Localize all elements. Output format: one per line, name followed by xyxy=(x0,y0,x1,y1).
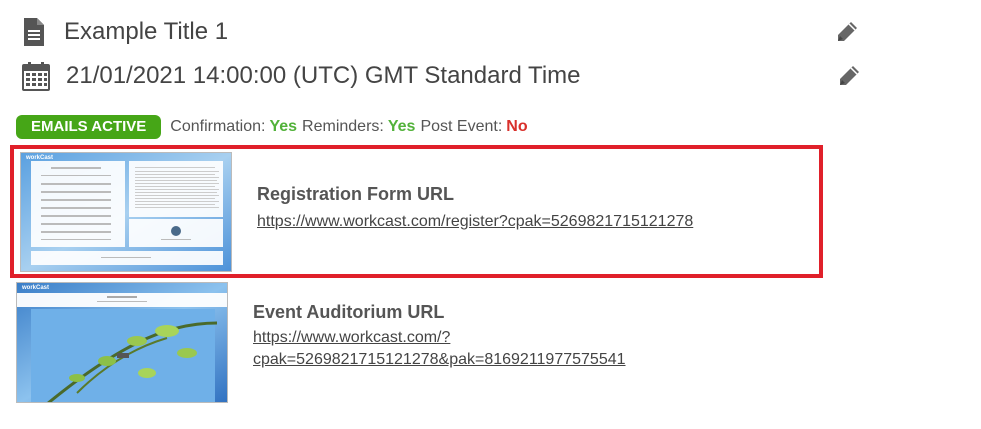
registration-link-card: workCast Registration Form URL https://w… xyxy=(10,145,823,278)
thumbnail-logo: workCast xyxy=(22,285,50,291)
registration-link-info: Registration Form URL https://www.workca… xyxy=(257,184,693,233)
registration-url-link[interactable]: https://www.workcast.com/register?cpak=5… xyxy=(257,211,693,233)
document-icon xyxy=(22,17,46,47)
event-title: Example Title 1 xyxy=(64,18,229,45)
auditorium-thumbnail[interactable]: workCast xyxy=(16,282,228,403)
auditorium-url-link-line2[interactable]: cpak=5269821715121278&pak=81692119775755… xyxy=(253,349,626,371)
calendar-icon xyxy=(22,61,50,91)
post-event-label: Post Event: xyxy=(420,118,503,135)
email-status-row: EMAILS ACTIVE Confirmation: Yes Reminder… xyxy=(16,114,528,140)
edit-title-button[interactable] xyxy=(835,20,859,44)
pencil-icon xyxy=(838,22,857,41)
event-date-row: 21/01/2021 14:00:00 (UTC) GMT Standard T… xyxy=(22,58,581,94)
registration-thumbnail[interactable]: workCast xyxy=(20,152,232,272)
registration-link-title: Registration Form URL xyxy=(257,184,455,204)
auditorium-link-info: Event Auditorium URL https://www.workcas… xyxy=(253,302,626,371)
event-title-row: Example Title 1 xyxy=(22,14,228,50)
auditorium-link-title: Event Auditorium URL xyxy=(253,302,445,322)
auditorium-link-card: workCast Event Auditorium URL https://ww… xyxy=(10,282,823,404)
reminders-value: Yes xyxy=(387,118,416,135)
edit-datetime-button[interactable] xyxy=(837,64,861,88)
auditorium-url-link-line1[interactable]: https://www.workcast.com/? xyxy=(253,327,626,349)
event-datetime: 21/01/2021 14:00:00 (UTC) GMT Standard T… xyxy=(66,62,581,89)
confirmation-label: Confirmation: xyxy=(170,118,266,135)
post-event-value: No xyxy=(506,118,528,135)
emails-active-badge: EMAILS ACTIVE xyxy=(16,115,162,139)
reminders-label: Reminders: xyxy=(302,118,384,135)
confirmation-value: Yes xyxy=(269,118,298,135)
thumbnail-logo: workCast xyxy=(26,155,54,161)
pencil-icon xyxy=(840,66,859,85)
